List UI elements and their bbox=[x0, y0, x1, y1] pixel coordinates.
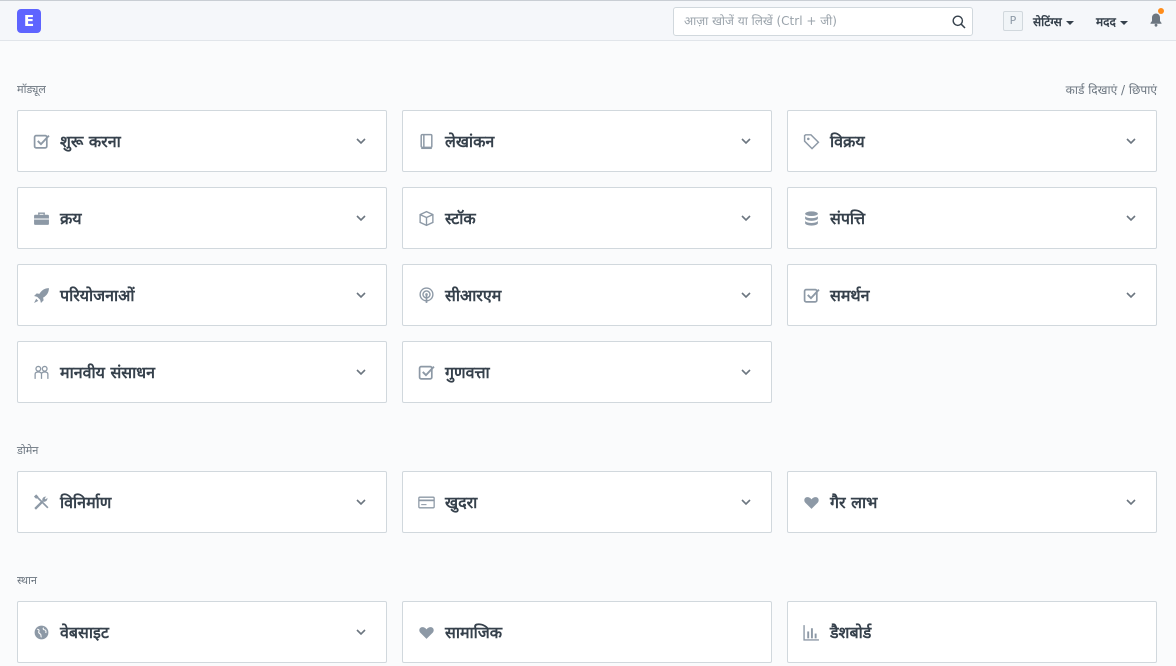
checkbox-icon bbox=[418, 365, 435, 380]
domain-title: गैर लाभ bbox=[830, 493, 878, 512]
place-card[interactable]: डैशबोर्ड bbox=[787, 601, 1157, 663]
module-title: लेखांकन bbox=[445, 132, 495, 151]
navbar: E आज़ा खोजें या लिखें (Ctrl + जी) P सेटि… bbox=[0, 0, 1176, 41]
module-title: क्रय bbox=[60, 209, 82, 228]
chevron-down-icon[interactable] bbox=[356, 292, 366, 299]
database-icon bbox=[805, 211, 818, 226]
chevron-down-icon[interactable] bbox=[741, 292, 751, 299]
chevron-down-icon[interactable] bbox=[741, 215, 751, 222]
modules-section-label: मॉड्यूल bbox=[17, 83, 46, 96]
checkbox-icon bbox=[803, 288, 820, 303]
box-icon bbox=[419, 210, 434, 227]
place-title: वेबसाइट bbox=[60, 623, 109, 642]
module-card[interactable]: समर्थन bbox=[787, 264, 1157, 326]
module-title: सीआरएम bbox=[445, 286, 502, 305]
module-card[interactable]: क्रय bbox=[17, 187, 387, 249]
places-section-label: स्थान bbox=[17, 574, 38, 587]
module-title: स्टॉक bbox=[445, 209, 476, 228]
chevron-down-icon[interactable] bbox=[1126, 499, 1136, 506]
bell-icon[interactable] bbox=[1149, 12, 1163, 27]
help-label: मदद bbox=[1096, 15, 1116, 29]
module-title: विक्रय bbox=[830, 132, 865, 151]
module-title: समर्थन bbox=[830, 286, 870, 305]
chevron-down-icon[interactable] bbox=[356, 499, 366, 506]
tag-icon bbox=[803, 134, 820, 150]
domain-card[interactable]: गैर लाभ bbox=[787, 471, 1157, 533]
chevron-down-icon[interactable] bbox=[741, 138, 751, 145]
toggle-cards-link[interactable]: कार्ड दिखाएं / छिपाएं bbox=[1066, 81, 1157, 98]
place-card[interactable]: सामाजिक bbox=[402, 601, 772, 663]
module-title: मानवीय संसाधन bbox=[60, 363, 155, 382]
tools-icon bbox=[33, 494, 49, 510]
book-icon bbox=[420, 133, 433, 150]
settings-label: सेटिंग्स bbox=[1033, 15, 1062, 29]
broadcast-icon bbox=[419, 287, 434, 303]
module-title: शुरू करना bbox=[60, 132, 121, 151]
search-placeholder: आज़ा खोजें या लिखें (Ctrl + जी) bbox=[684, 14, 837, 28]
module-card[interactable]: गुणवत्ता bbox=[402, 341, 772, 403]
chevron-down-icon[interactable] bbox=[741, 499, 751, 506]
domain-card[interactable]: विनिर्माण bbox=[17, 471, 387, 533]
module-card[interactable]: सीआरएम bbox=[402, 264, 772, 326]
chevron-down-icon[interactable] bbox=[1126, 138, 1136, 145]
search-input[interactable]: आज़ा खोजें या लिखें (Ctrl + जी) bbox=[673, 7, 973, 36]
globe-icon bbox=[34, 625, 49, 640]
domains-section-label: डोमेन bbox=[17, 444, 39, 457]
notification-dot bbox=[1158, 8, 1164, 14]
module-title: संपत्ति bbox=[830, 209, 866, 228]
bar-chart-icon bbox=[803, 625, 819, 641]
app-logo[interactable]: E bbox=[17, 9, 41, 33]
briefcase-icon bbox=[34, 212, 49, 225]
settings-menu[interactable]: सेटिंग्स bbox=[1033, 13, 1074, 30]
chevron-down-icon[interactable] bbox=[1126, 215, 1136, 222]
module-card[interactable]: लेखांकन bbox=[402, 110, 772, 172]
help-menu[interactable]: मदद bbox=[1096, 13, 1128, 30]
module-card[interactable]: शुरू करना bbox=[17, 110, 387, 172]
place-title: डैशबोर्ड bbox=[830, 623, 872, 642]
place-card[interactable]: वेबसाइट bbox=[17, 601, 387, 663]
module-card[interactable]: परियोजनाओं bbox=[17, 264, 387, 326]
domain-title: विनिर्माण bbox=[60, 493, 112, 512]
chevron-down-icon[interactable] bbox=[356, 369, 366, 376]
checkbox-icon bbox=[33, 134, 50, 149]
people-icon bbox=[34, 365, 49, 379]
search-icon[interactable] bbox=[952, 15, 966, 29]
credit-card-icon bbox=[418, 496, 435, 509]
chevron-down-icon[interactable] bbox=[356, 138, 366, 145]
domain-title: खुदरा bbox=[445, 493, 478, 512]
avatar[interactable]: P bbox=[1003, 11, 1023, 31]
caret-down-icon bbox=[1065, 20, 1074, 25]
module-card[interactable]: स्टॉक bbox=[402, 187, 772, 249]
domain-card[interactable]: खुदरा bbox=[402, 471, 772, 533]
rocket-icon bbox=[34, 288, 49, 303]
place-title: सामाजिक bbox=[445, 623, 502, 642]
chevron-down-icon[interactable] bbox=[356, 215, 366, 222]
module-card[interactable]: विक्रय bbox=[787, 110, 1157, 172]
chevron-down-icon[interactable] bbox=[1126, 292, 1136, 299]
module-card[interactable]: संपत्ति bbox=[787, 187, 1157, 249]
chevron-down-icon[interactable] bbox=[356, 629, 366, 636]
heart-icon bbox=[419, 627, 434, 639]
caret-down-icon bbox=[1119, 20, 1128, 25]
module-title: परियोजनाओं bbox=[60, 286, 135, 305]
chevron-down-icon[interactable] bbox=[741, 369, 751, 376]
module-card[interactable]: मानवीय संसाधन bbox=[17, 341, 387, 403]
heart-icon bbox=[804, 497, 819, 509]
module-title: गुणवत्ता bbox=[445, 363, 490, 382]
